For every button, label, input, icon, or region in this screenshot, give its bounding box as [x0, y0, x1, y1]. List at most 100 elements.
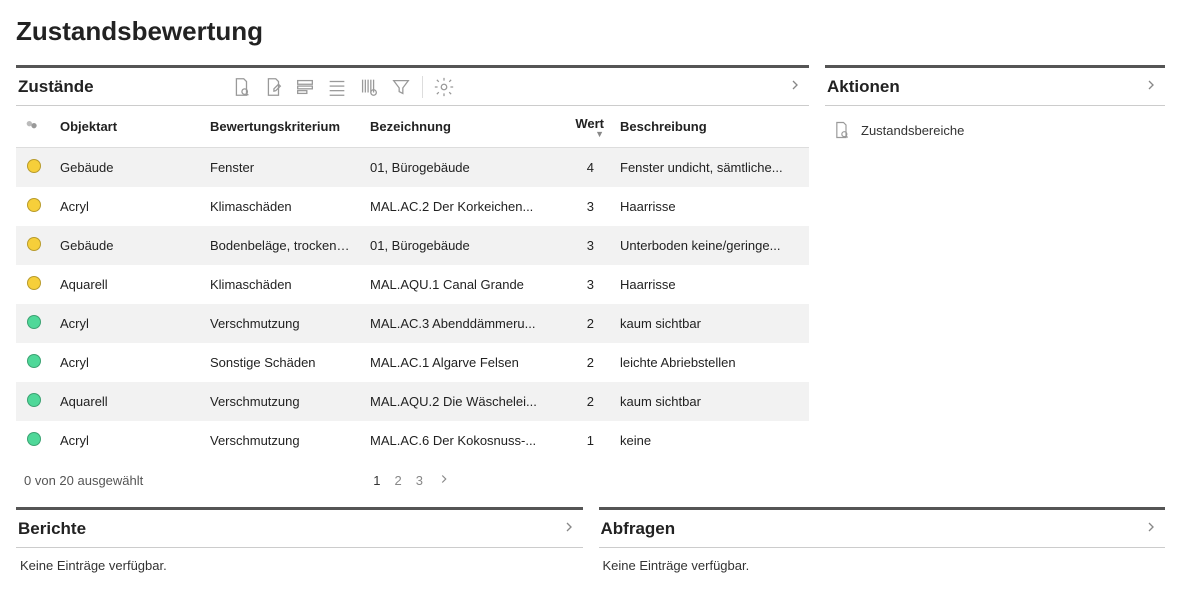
- col-status[interactable]: [16, 106, 52, 148]
- cell-bezeichnung: 01, Bürogebäude: [362, 148, 552, 188]
- panel-header-aktionen: Aktionen: [825, 68, 1165, 106]
- toolbar-zustaende: [230, 76, 455, 98]
- table-row[interactable]: GebäudeBodenbeläge, trockene R...01, Bür…: [16, 226, 809, 265]
- status-dot-icon: [27, 432, 41, 446]
- cell-kriterium: Fenster: [202, 148, 362, 188]
- status-cell: [16, 187, 52, 226]
- panel-title-abfragen: Abfragen: [601, 519, 676, 539]
- cell-beschreibung: keine: [612, 421, 809, 460]
- cell-beschreibung: Haarrisse: [612, 187, 809, 226]
- table-row[interactable]: AcrylKlimaschädenMAL.AC.2 Der Korkeichen…: [16, 187, 809, 226]
- cell-beschreibung: Fenster undicht, sämtliche...: [612, 148, 809, 188]
- cell-bezeichnung: MAL.AC.6 Der Kokosnuss-...: [362, 421, 552, 460]
- status-cell: [16, 304, 52, 343]
- expand-zustaende-icon[interactable]: [783, 73, 807, 100]
- panel-aktionen: Aktionen Zustandsbereiche: [825, 65, 1165, 154]
- status-dot-icon: [27, 276, 41, 290]
- cell-objektart: Acryl: [52, 343, 202, 382]
- status-cell: [16, 382, 52, 421]
- toolbar-barcode-icon[interactable]: [358, 76, 380, 98]
- table-row[interactable]: AquarellVerschmutzungMAL.AQU.2 Die Wäsch…: [16, 382, 809, 421]
- status-dot-icon: [27, 237, 41, 251]
- table-row[interactable]: AcrylVerschmutzungMAL.AC.6 Der Kokosnuss…: [16, 421, 809, 460]
- page-3[interactable]: 3: [416, 473, 423, 488]
- cell-wert: 2: [552, 382, 612, 421]
- abfragen-empty: Keine Einträge verfügbar.: [599, 548, 1166, 583]
- zustaende-table: Objektart Bewertungskriterium Bezeichnun…: [16, 106, 809, 460]
- sort-desc-icon: ▼: [560, 131, 604, 137]
- cell-beschreibung: leichte Abriebstellen: [612, 343, 809, 382]
- toolbar-edit-icon[interactable]: [262, 76, 284, 98]
- status-dot-icon: [27, 159, 41, 173]
- action-label: Zustandsbereiche: [861, 123, 964, 138]
- cell-kriterium: Klimaschäden: [202, 265, 362, 304]
- toolbar-columns-icon[interactable]: [294, 76, 316, 98]
- panel-zustaende: Zustände: [16, 65, 809, 495]
- page-1[interactable]: 1: [373, 473, 380, 488]
- cell-wert: 1: [552, 421, 612, 460]
- cell-kriterium: Klimaschäden: [202, 187, 362, 226]
- table-row[interactable]: AcrylSonstige SchädenMAL.AC.1 Algarve Fe…: [16, 343, 809, 382]
- page-next-icon[interactable]: [437, 472, 451, 489]
- cell-bezeichnung: MAL.AQU.1 Canal Grande: [362, 265, 552, 304]
- action-zustandsbereiche[interactable]: Zustandsbereiche: [829, 114, 1161, 146]
- status-cell: [16, 343, 52, 382]
- cell-wert: 3: [552, 226, 612, 265]
- table-row[interactable]: AquarellKlimaschädenMAL.AQU.1 Canal Gran…: [16, 265, 809, 304]
- cell-bezeichnung: MAL.AQU.2 Die Wäschelei...: [362, 382, 552, 421]
- cell-objektart: Gebäude: [52, 226, 202, 265]
- panel-header-berichte: Berichte: [16, 510, 583, 548]
- cell-beschreibung: Unterboden keine/geringe...: [612, 226, 809, 265]
- status-cell: [16, 148, 52, 188]
- toolbar-filter-icon[interactable]: [390, 76, 412, 98]
- cell-beschreibung: kaum sichtbar: [612, 304, 809, 343]
- cell-objektart: Acryl: [52, 421, 202, 460]
- cell-objektart: Aquarell: [52, 265, 202, 304]
- table-row[interactable]: AcrylVerschmutzungMAL.AC.3 Abenddämmeru.…: [16, 304, 809, 343]
- cell-kriterium: Sonstige Schäden: [202, 343, 362, 382]
- document-search-icon: [831, 120, 851, 140]
- panel-header-zustaende: Zustände: [16, 68, 809, 106]
- cell-beschreibung: kaum sichtbar: [612, 382, 809, 421]
- status-dot-icon: [27, 393, 41, 407]
- col-kriterium[interactable]: Bewertungskriterium: [202, 106, 362, 148]
- toolbar-list-icon[interactable]: [326, 76, 348, 98]
- cell-bezeichnung: MAL.AC.2 Der Korkeichen...: [362, 187, 552, 226]
- col-bezeichnung[interactable]: Bezeichnung: [362, 106, 552, 148]
- toolbar-separator: [422, 76, 423, 98]
- status-dot-icon: [27, 315, 41, 329]
- status-dot-icon: [27, 354, 41, 368]
- cell-objektart: Gebäude: [52, 148, 202, 188]
- table-row[interactable]: GebäudeFenster01, Bürogebäude4Fenster un…: [16, 148, 809, 188]
- status-cell: [16, 226, 52, 265]
- cell-wert: 3: [552, 265, 612, 304]
- status-dot-icon: [27, 198, 41, 212]
- panel-title-zustaende: Zustände: [18, 77, 94, 97]
- cell-objektart: Aquarell: [52, 382, 202, 421]
- cell-wert: 3: [552, 187, 612, 226]
- cell-beschreibung: Haarrisse: [612, 265, 809, 304]
- col-wert[interactable]: Wert ▼: [552, 106, 612, 148]
- panel-title-berichte: Berichte: [18, 519, 86, 539]
- cell-bezeichnung: MAL.AC.1 Algarve Felsen: [362, 343, 552, 382]
- cell-wert: 2: [552, 343, 612, 382]
- toolbar-settings-icon[interactable]: [433, 76, 455, 98]
- col-objektart[interactable]: Objektart: [52, 106, 202, 148]
- toolbar-view-icon[interactable]: [230, 76, 252, 98]
- table-footer: 0 von 20 ausgewählt 1 2 3: [16, 460, 809, 495]
- cell-kriterium: Bodenbeläge, trockene R...: [202, 226, 362, 265]
- panel-header-abfragen: Abfragen: [599, 510, 1166, 548]
- page-2[interactable]: 2: [395, 473, 402, 488]
- cell-objektart: Acryl: [52, 187, 202, 226]
- cell-kriterium: Verschmutzung: [202, 382, 362, 421]
- expand-abfragen-icon[interactable]: [1139, 515, 1163, 542]
- selection-count: 0 von 20 ausgewählt: [24, 473, 143, 488]
- status-cell: [16, 265, 52, 304]
- berichte-empty: Keine Einträge verfügbar.: [16, 548, 583, 583]
- expand-aktionen-icon[interactable]: [1139, 73, 1163, 100]
- col-beschreibung[interactable]: Beschreibung: [612, 106, 809, 148]
- expand-berichte-icon[interactable]: [557, 515, 581, 542]
- cell-bezeichnung: 01, Bürogebäude: [362, 226, 552, 265]
- cell-bezeichnung: MAL.AC.3 Abenddämmeru...: [362, 304, 552, 343]
- status-header-icon: [24, 117, 40, 133]
